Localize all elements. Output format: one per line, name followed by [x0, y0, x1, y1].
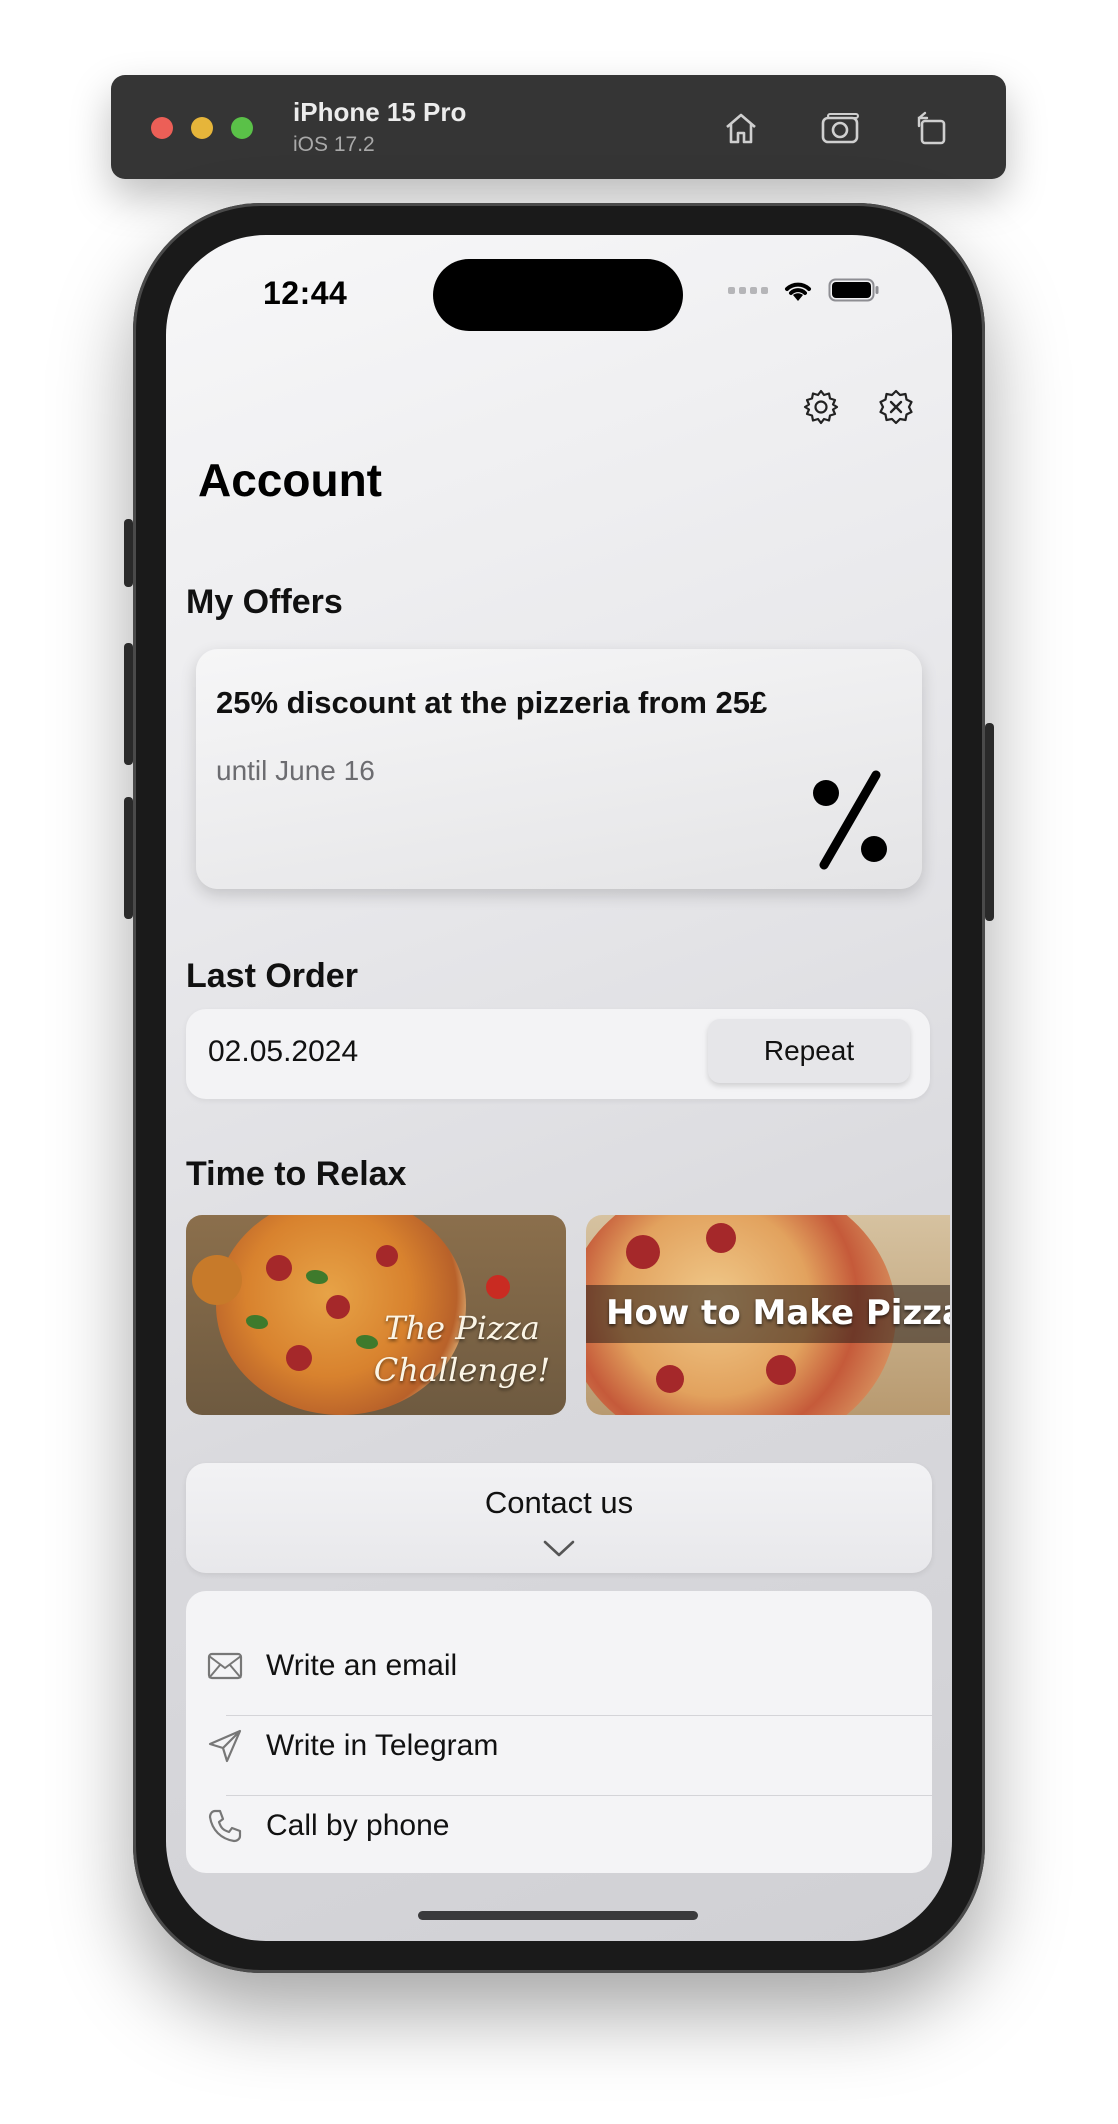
app-screen: 12:44 Account My Offers 25% discount at … — [166, 235, 952, 1941]
close-window-button[interactable] — [151, 117, 173, 139]
relax-card-pizza-challenge[interactable]: The Pizza Challenge! — [186, 1215, 566, 1415]
volume-up-button[interactable] — [124, 643, 133, 765]
offers-section-title: My Offers — [186, 583, 343, 621]
envelope-icon — [206, 1647, 244, 1685]
last-order-row: 02.05.2024 Repeat — [186, 1009, 930, 1099]
wifi-icon — [785, 282, 811, 301]
volume-down-button[interactable] — [124, 797, 133, 919]
close-badge-icon[interactable] — [876, 387, 916, 427]
contact-item-telegram[interactable]: Write in Telegram — [186, 1705, 932, 1785]
cellular-signal-icon — [728, 286, 768, 294]
simulator-device-name: iPhone 15 Pro — [293, 97, 467, 127]
last-order-section-title: Last Order — [186, 957, 358, 995]
contact-item-email[interactable]: Write an email — [186, 1625, 932, 1705]
screenshot-icon[interactable] — [818, 105, 864, 151]
page-title: Account — [198, 454, 382, 506]
simulator-os-version: iOS 17.2 — [293, 133, 375, 156]
repeat-order-button[interactable]: Repeat — [708, 1019, 910, 1083]
contact-us-toggle[interactable]: Contact us — [186, 1463, 932, 1573]
phone-icon — [206, 1807, 244, 1845]
relax-card-how-to-make[interactable]: How to Make Pizza — [586, 1215, 950, 1415]
contact-us-label: Contact us — [484, 1485, 634, 1520]
last-order-date: 02.05.2024 — [208, 1035, 359, 1068]
iphone-device-frame: 12:44 Account My Offers 25% discount at … — [124, 203, 994, 1973]
paper-plane-icon — [206, 1727, 244, 1765]
contact-options-list: Write an email Write in Telegram Call by… — [186, 1591, 932, 1873]
side-power-button[interactable] — [985, 723, 994, 921]
gear-icon[interactable] — [801, 387, 841, 427]
relax-section-title: Time to Relax — [186, 1155, 407, 1193]
relax-carousel[interactable]: The Pizza Challenge! How to Make Pizza — [186, 1215, 950, 1415]
contact-item-phone[interactable]: Call by phone — [186, 1785, 932, 1865]
status-icons — [728, 277, 880, 303]
home-indicator[interactable] — [418, 1911, 698, 1920]
zoom-window-button[interactable] — [231, 117, 253, 139]
battery-icon — [828, 278, 879, 302]
simulator-window-bar: iPhone 15 Pro iOS 17.2 — [111, 75, 1006, 179]
chevron-down-icon — [543, 1540, 575, 1557]
home-icon[interactable] — [718, 105, 764, 151]
relax-card-caption: The Pizza Challenge! — [373, 1309, 551, 1389]
minimize-window-button[interactable] — [191, 117, 213, 139]
offer-expiry: until June 16 — [216, 755, 375, 786]
dynamic-island — [433, 259, 683, 331]
offer-title: 25% discount at the pizzeria from 25£ — [216, 685, 768, 720]
offer-card[interactable]: 25% discount at the pizzeria from 25£ un… — [196, 649, 922, 889]
action-button[interactable] — [124, 519, 133, 587]
contact-item-label: Write in Telegram — [266, 1729, 499, 1762]
status-time: 12:44 — [263, 275, 348, 311]
percent-icon — [813, 770, 887, 870]
contact-item-label: Call by phone — [266, 1809, 450, 1842]
contact-item-label: Write an email — [266, 1649, 458, 1682]
relax-card-caption: How to Make Pizza — [606, 1293, 950, 1333]
rotate-icon[interactable] — [908, 105, 954, 151]
